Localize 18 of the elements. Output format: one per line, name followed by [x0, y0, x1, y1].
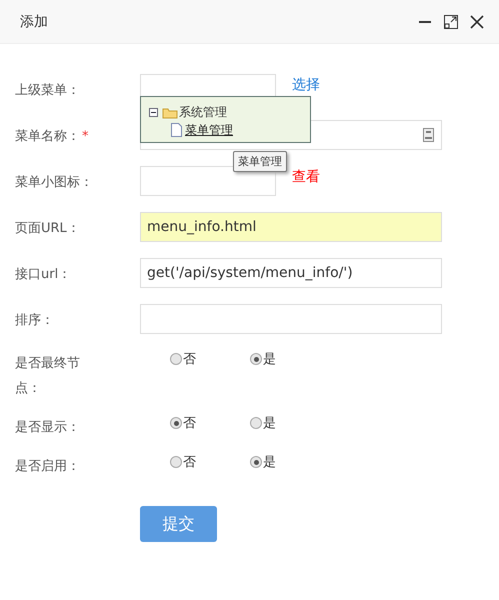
option-label: 是 [263, 351, 276, 368]
field-label: 上级菜单： [15, 83, 80, 98]
field-label: 菜单小图标： [15, 175, 93, 190]
option-label: 否 [183, 415, 196, 432]
field-label: 菜单名称： [15, 129, 80, 144]
tooltip: 菜单管理 [233, 151, 287, 172]
window-title: 添加 [20, 12, 49, 30]
required-mark: * [82, 129, 88, 144]
option-label: 是 [263, 454, 276, 471]
field-label: 接口url： [15, 267, 72, 282]
field-label: 排序： [15, 313, 54, 328]
option-label: 否 [183, 351, 196, 368]
field-label: 是否最终节点： [15, 356, 80, 396]
field-label: 页面URL： [15, 221, 80, 236]
option-label: 是 [263, 415, 276, 432]
field-label: 是否显示： [15, 420, 80, 435]
option-label: 否 [183, 454, 196, 471]
field-label: 是否启用： [15, 459, 80, 474]
